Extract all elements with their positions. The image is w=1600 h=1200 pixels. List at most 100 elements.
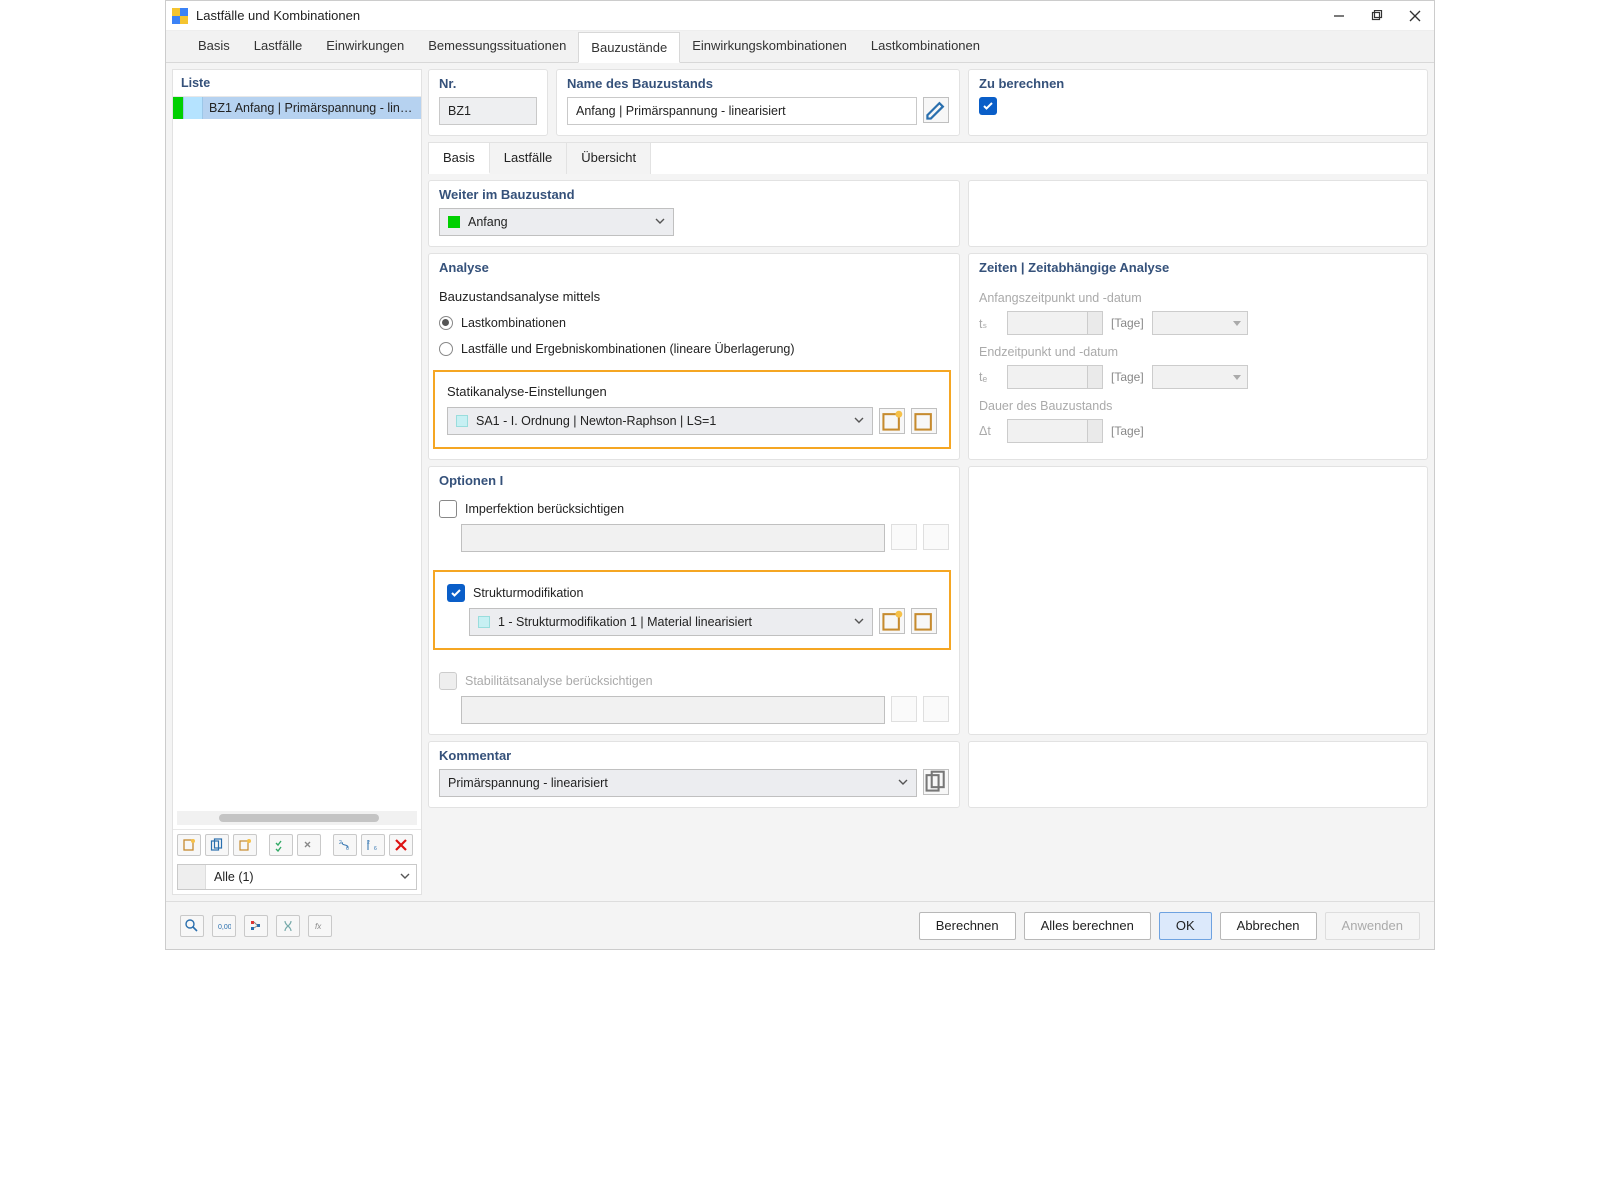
- filter-label: Alle (1): [206, 870, 416, 884]
- continue-label: Weiter im Bauzustand: [439, 187, 949, 208]
- new-stability-icon: [891, 696, 917, 722]
- maximize-button[interactable]: [1370, 9, 1384, 23]
- chevron-down-icon: [655, 215, 665, 229]
- end-label: Endzeitpunkt und -datum: [979, 345, 1417, 359]
- tree-icon[interactable]: [244, 915, 268, 937]
- calculate-button[interactable]: Berechnen: [919, 912, 1016, 940]
- fx-icon[interactable]: fx: [308, 915, 332, 937]
- structmod-swatch-icon: [478, 616, 490, 628]
- edit-name-icon[interactable]: [923, 97, 949, 123]
- subtab-lastfaelle[interactable]: Lastfälle: [490, 143, 567, 174]
- chevron-down-icon: [854, 414, 864, 428]
- continue-select[interactable]: Anfang: [439, 208, 674, 236]
- comment-field[interactable]: Primärspannung - linearisiert: [439, 769, 917, 797]
- subtab-uebersicht[interactable]: Übersicht: [567, 143, 651, 174]
- edit-structmod-icon[interactable]: [911, 608, 937, 634]
- nr-field[interactable]: BZ1: [439, 97, 537, 125]
- radio-label-1: Lastkombinationen: [461, 316, 566, 330]
- horizontal-scrollbar[interactable]: [177, 811, 417, 825]
- uncheck-all-icon[interactable]: [297, 834, 321, 856]
- static-value: SA1 - I. Ordnung | Newton-Raphson | LS=1: [476, 414, 716, 428]
- tab-einwirkungen[interactable]: Einwirkungen: [314, 31, 416, 62]
- name-field[interactable]: Anfang | Primärspannung - linearisiert: [567, 97, 917, 125]
- comment-header: Kommentar: [439, 748, 949, 769]
- unit-label: [Tage]: [1111, 424, 1144, 438]
- duration-label: Dauer des Bauzustands: [979, 399, 1417, 413]
- radio-lastkomb[interactable]: [439, 316, 453, 330]
- structmod-highlight: Strukturmodifikation 1 - Strukturmodifik…: [433, 570, 951, 650]
- precision-icon[interactable]: 0,00: [212, 915, 236, 937]
- tab-bauzustaende[interactable]: Bauzustände: [578, 32, 680, 63]
- copy-comment-icon[interactable]: [923, 769, 949, 795]
- new-icon[interactable]: [177, 834, 201, 856]
- subtab-basis[interactable]: Basis: [429, 143, 490, 174]
- unit-label: [Tage]: [1111, 370, 1144, 384]
- main-tabs: Basis Lastfälle Einwirkungen Bemessungss…: [166, 31, 1434, 63]
- renumber-icon[interactable]: 26: [333, 834, 357, 856]
- title-bar: Lastfälle und Kombinationen: [166, 1, 1434, 31]
- check-all-icon[interactable]: [269, 834, 293, 856]
- tab-lastfaelle[interactable]: Lastfälle: [242, 31, 314, 62]
- copy-new-icon[interactable]: [233, 834, 257, 856]
- analysis-header: Analyse: [439, 260, 949, 281]
- imperfection-label: Imperfektion berücksichtigen: [465, 502, 624, 516]
- tab-lastkomb[interactable]: Lastkombinationen: [859, 31, 992, 62]
- close-button[interactable]: [1408, 9, 1422, 23]
- tab-einwirkungskomb[interactable]: Einwirkungskombinationen: [680, 31, 859, 62]
- calc-label: Zu berechnen: [979, 76, 1417, 97]
- copy-icon[interactable]: [205, 834, 229, 856]
- svg-text:fx: fx: [315, 922, 322, 931]
- help-icon[interactable]: [180, 915, 204, 937]
- calculate-all-button[interactable]: Alles berechnen: [1024, 912, 1151, 940]
- color-swatch: [173, 97, 183, 119]
- new-analysis-icon[interactable]: [879, 408, 905, 434]
- cancel-button[interactable]: Abbrechen: [1220, 912, 1317, 940]
- analysis-by-label: Bauzustandsanalyse mittels: [439, 289, 949, 304]
- new-imperfection-icon: [891, 524, 917, 550]
- list-header: Liste: [173, 70, 421, 97]
- ts-input: [1007, 311, 1103, 335]
- stability-checkbox: [439, 672, 457, 690]
- new-structmod-icon[interactable]: [879, 608, 905, 634]
- dt-input: [1007, 419, 1103, 443]
- unit-label: [Tage]: [1111, 316, 1144, 330]
- svg-text:2: 2: [339, 840, 342, 846]
- window-title: Lastfälle und Kombinationen: [196, 8, 1332, 23]
- edit-analysis-icon[interactable]: [911, 408, 937, 434]
- minimize-button[interactable]: [1332, 9, 1346, 23]
- dna-icon[interactable]: [276, 915, 300, 937]
- structmod-select[interactable]: 1 - Strukturmodifikation 1 | Material li…: [469, 608, 873, 636]
- te-symbol: tₑ: [979, 370, 999, 384]
- imperfection-checkbox[interactable]: [439, 500, 457, 518]
- chevron-down-icon: [854, 615, 864, 629]
- ok-button[interactable]: OK: [1159, 912, 1212, 940]
- te-date-combo: [1152, 365, 1248, 389]
- stability-label: Stabilitätsanalyse berücksichtigen: [465, 674, 653, 688]
- calculate-checkbox[interactable]: [979, 97, 997, 115]
- structmod-value: 1 - Strukturmodifikation 1 | Material li…: [498, 615, 752, 629]
- filter-swatch: [178, 865, 206, 889]
- list-item-bz1[interactable]: BZ1 Anfang | Primärspannung - lin…: [173, 97, 421, 119]
- tab-basis[interactable]: Basis: [186, 31, 242, 62]
- analysis-swatch-icon: [456, 415, 468, 427]
- delete-icon[interactable]: [389, 834, 413, 856]
- apply-button: Anwenden: [1325, 912, 1420, 940]
- tab-bemessung[interactable]: Bemessungssituationen: [416, 31, 578, 62]
- times-header: Zeiten | Zeitabhängige Analyse: [979, 260, 1417, 281]
- static-label: Statikanalyse-Einstellungen: [447, 384, 937, 399]
- filter-select[interactable]: Alle (1): [177, 864, 417, 890]
- nr-value: BZ1: [448, 104, 471, 118]
- static-analysis-select[interactable]: SA1 - I. Ordnung | Newton-Raphson | LS=1: [447, 407, 873, 435]
- name-value: Anfang | Primärspannung - linearisiert: [576, 104, 786, 118]
- svg-text:0,00: 0,00: [218, 924, 231, 931]
- renumber2-icon[interactable]: 26: [361, 834, 385, 856]
- radio-lastfaelle[interactable]: [439, 342, 453, 356]
- edit-imperfection-icon: [923, 524, 949, 550]
- name-label: Name des Bauzustands: [567, 76, 949, 97]
- options-header: Optionen I: [439, 473, 949, 494]
- nr-label: Nr.: [439, 76, 537, 97]
- stability-select: [461, 696, 885, 724]
- svg-text:6: 6: [374, 846, 377, 852]
- structmod-checkbox[interactable]: [447, 584, 465, 602]
- dt-symbol: Δt: [979, 424, 999, 438]
